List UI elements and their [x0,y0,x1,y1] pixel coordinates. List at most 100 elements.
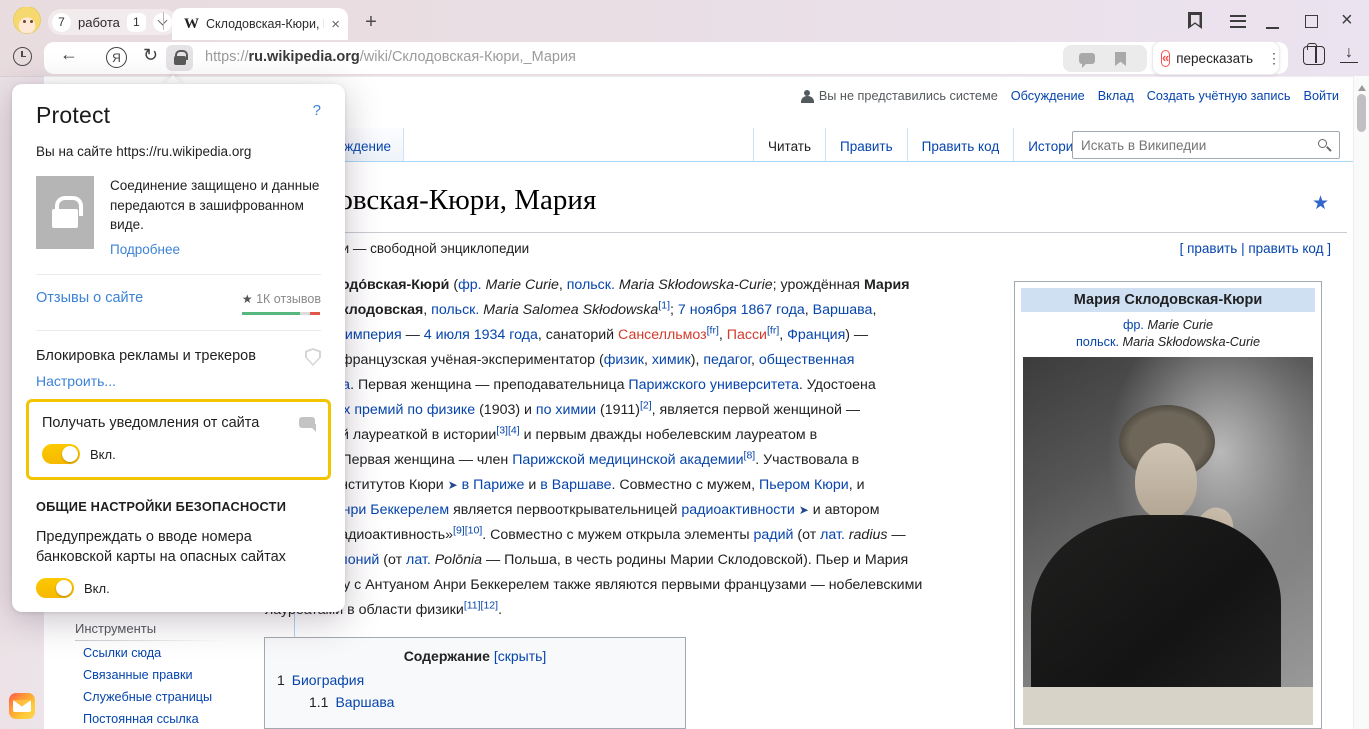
inline-link[interactable]: Парижского университета [628,377,798,393]
text-segment: и автором [809,502,880,518]
article-line: польская и французская учёная-эксперимен… [265,348,922,373]
inline-link[interactable]: польск. [567,277,615,293]
reference-link[interactable]: [fr] [707,324,719,336]
inline-link[interactable]: лат. [820,527,845,543]
scrollbar-thumb[interactable] [1357,94,1366,132]
protect-lock-button[interactable] [166,45,193,71]
comments-icon[interactable] [1079,53,1095,64]
search-icon[interactable] [1318,139,1327,148]
tab-close-icon[interactable]: × [331,16,340,33]
reference-link[interactable]: [8] [744,449,756,461]
side-panels-icon[interactable] [1303,46,1325,65]
menu-icon[interactable] [1230,15,1246,28]
retell-button[interactable]: « пересказать ⋮ [1152,41,1280,75]
inline-link[interactable]: Франция [787,327,845,343]
yandex-mail-icon[interactable] [9,693,35,719]
card-warning-toggle[interactable] [36,578,74,598]
more-details-link[interactable]: Подробнее [110,240,321,260]
sidebar-link-permanent[interactable]: Постоянная ссылка [83,712,199,726]
tab-group-active-badge: 1 [127,13,146,32]
reference-link[interactable]: [fr] [767,324,779,336]
text-segment: ; урождённая [773,277,864,293]
tab-group-pill[interactable]: 7 работа 1 [48,9,177,35]
reference-link[interactable]: [11][12] [464,599,498,611]
help-link[interactable]: ? [313,102,321,119]
yandex-home-button[interactable]: Я [106,47,127,68]
text-segment[interactable]: ➤ [448,478,458,492]
inline-link[interactable]: польск. [431,302,479,318]
text-segment: ) — [845,327,868,343]
window-maximize-button[interactable] [1305,15,1318,28]
url-text[interactable]: https://ru.wikipedia.org/wiki/Склодовска… [205,49,576,65]
downloads-icon[interactable]: ↓ [1340,44,1358,63]
infobox: Мария Склодовская-Кюри фр. Marie Curie п… [1014,281,1322,729]
window-minimize-button[interactable] [1266,27,1279,29]
text-segment: ; [670,302,678,318]
inline-link[interactable]: в Варшаве [540,477,611,493]
inline-link[interactable]: Парижской медицинской академии [512,452,743,468]
profile-avatar[interactable] [13,6,41,34]
inline-link[interactable]: по химии [536,402,596,418]
inline-link[interactable]: общественная [759,352,855,368]
reference-link[interactable]: [2] [640,399,652,411]
toc-hide-link[interactable]: [скрыть] [494,648,546,664]
sidebar-link-related-changes[interactable]: Связанные правки [83,668,193,682]
inline-link[interactable]: 4 июля 1934 года [424,327,538,343]
refresh-button[interactable]: ↻ [143,45,158,66]
inline-link[interactable]: физик [604,352,644,368]
tab-edit-source[interactable]: Править код [907,128,1014,162]
wiki-search-input[interactable] [1081,136,1306,154]
inline-link[interactable]: лат. [406,552,431,568]
text-segment: Мария [864,277,910,293]
active-tab[interactable]: W Склодовская-Кюри, Ма × [172,8,348,40]
reference-link[interactable]: [1] [658,299,670,311]
bookmarks-panel-icon[interactable] [1188,12,1202,29]
tab-read[interactable]: Читать [753,128,825,162]
tab-group-name: работа [78,15,120,30]
inline-link[interactable]: педагог [703,352,751,368]
notifications-toggle[interactable] [42,444,80,464]
scrollbar-up-arrow[interactable] [1358,81,1366,91]
article-line: Российская империя — 4 июля 1934 года, с… [265,323,922,348]
inline-link[interactable]: Санселльмоз [618,327,707,343]
sidebar-link-whatlinkshere[interactable]: Ссылки сюда [83,646,161,660]
title-rule [262,232,1347,233]
text-segment: , является первой женщиной — [652,402,860,418]
inline-link[interactable]: Варшава [813,302,873,318]
section-edit-links[interactable]: [ править | править код ] [1180,241,1331,256]
personal-link-contribs[interactable]: Вклад [1098,89,1134,103]
new-tab-button[interactable]: + [357,8,385,36]
configure-link[interactable]: Настроить... [36,373,321,389]
page-scrollbar[interactable] [1353,76,1369,729]
history-clock-icon[interactable] [13,47,32,66]
infobox-pl-label[interactable]: польск. [1076,335,1119,349]
retell-menu-icon[interactable]: ⋮ [1267,50,1281,67]
site-reviews-link[interactable]: Отзывы о сайте [36,290,143,306]
infobox-title: Мария Склодовская-Кюри [1021,288,1315,312]
portrait-photo[interactable] [1023,357,1313,725]
text-segment: , [805,302,813,318]
inline-link[interactable]: Пасси [727,327,767,343]
infobox-fr-label[interactable]: фр. [1123,318,1144,332]
inline-link[interactable]: химик [652,352,691,368]
window-close-button[interactable]: × [1341,9,1353,32]
inline-link[interactable]: радиоактивности [681,502,794,518]
article-line: Нобелевских премий по физике (1903) и по… [265,398,922,423]
inline-link[interactable]: Пьером Кюри [759,477,849,493]
reference-link[interactable]: [9][10] [453,524,482,536]
inline-link[interactable]: 7 ноября 1867 года [678,302,805,318]
inline-link[interactable]: радий [754,527,794,543]
watchlist-star-icon[interactable]: ★ [1312,192,1329,215]
bookmark-icon[interactable] [1115,52,1126,66]
personal-link-talk[interactable]: Обсуждение [1011,89,1085,103]
inline-link[interactable]: в Париже [462,477,525,493]
sidebar-link-special-pages[interactable]: Служебные страницы [83,690,212,704]
reference-link[interactable]: [3][4] [496,424,519,436]
personal-link-login[interactable]: Войти [1303,89,1339,103]
text-segment[interactable]: ➤ [799,503,809,517]
text-segment: — Польша, в честь родины Марии Склодовск… [482,552,908,568]
back-button[interactable]: ← [60,44,78,65]
personal-link-create-account[interactable]: Создать учётную запись [1147,89,1291,103]
tab-edit[interactable]: Править [825,128,907,162]
inline-link[interactable]: фр. [458,277,482,293]
